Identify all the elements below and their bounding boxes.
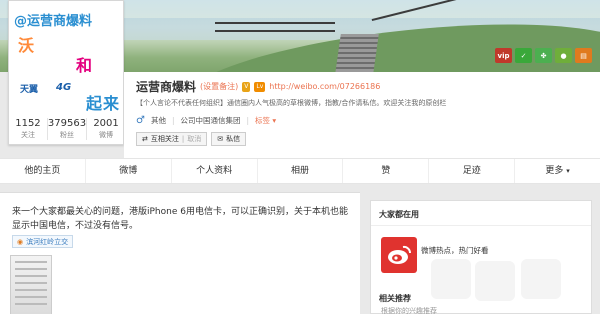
placeholder — [475, 261, 515, 301]
verified-badge-icon: V — [242, 81, 251, 92]
sidebar-panel: 大家都在用 微博热点，热门好看 相关推荐 根据你的兴趣推荐 — [370, 200, 592, 314]
mutual-follow-label: 互相关注 — [150, 135, 179, 143]
unicom-wo-logo: 沃 — [18, 32, 34, 56]
tab-home[interactable]: 他的主页 — [0, 159, 86, 183]
sidebar-title: 大家都在用 — [379, 210, 419, 219]
fence — [215, 22, 335, 38]
gender-icon: ♂ — [136, 115, 145, 126]
tab-album[interactable]: 相册 — [258, 159, 344, 183]
card-icon[interactable]: ▤ — [575, 48, 592, 63]
profile-info: 运营商爆料 (设置备注) V Lv http://weibo.com/07266… — [124, 72, 600, 158]
related-title: 相关推荐 — [379, 294, 411, 303]
stat-following-value: 1152 — [15, 118, 41, 129]
stats-bar: 1152 关注 379563 粉丝 2001 微博 — [9, 118, 125, 140]
meta-row: ♂ 其他 | 公司中国通信集团 | 标签 ▾ — [136, 115, 276, 126]
set-remark-text[interactable]: (设置备注) — [200, 82, 238, 91]
post-text: 来一个大家都最关心的问题，港版iPhone 6用电信卡，可以正确识别，关于本机也… — [12, 207, 348, 231]
android-icon[interactable]: ● — [555, 48, 572, 63]
vip-icon[interactable]: vip — [495, 48, 512, 63]
wo-text: 沃 — [18, 36, 34, 55]
action-buttons: ⇄ 互相关注 | 取消 ✉ 私信 — [136, 132, 247, 146]
stat-posts-label: 微博 — [99, 131, 114, 139]
divider — [371, 225, 591, 226]
app-label[interactable]: 微博热点，热门好看 — [421, 245, 489, 256]
related-subtitle: 根据你的兴趣推荐 — [381, 307, 437, 314]
tab-weibo[interactable]: 微博 — [86, 159, 172, 183]
company-link[interactable]: 公司中国通信集团 — [181, 115, 241, 126]
avatar-handle-text: @运营商爆料 — [14, 14, 93, 29]
swap-icon: ⇄ — [142, 135, 148, 143]
mutual-follow-button[interactable]: ⇄ 互相关注 | 取消 — [136, 132, 208, 146]
wechat-icon[interactable]: ✓ — [515, 48, 532, 63]
cancel-follow-label[interactable]: 取消 — [187, 134, 201, 144]
profile-intro: 【个人言论不代表任何组织】通信圈内人气极高的草根微博，指教/合作请私信。欢迎关注… — [136, 99, 447, 107]
placeholder — [521, 259, 561, 299]
tab-likes[interactable]: 赞 — [343, 159, 430, 183]
telecom-tianyi-logo: 天翼 — [20, 85, 39, 95]
name-row: 运营商爆料 (设置备注) V Lv http://weibo.com/07266… — [136, 78, 380, 95]
tag-link[interactable]: 标签 ▾ — [255, 115, 276, 126]
profile-nav: 他的主页 微博 个人资料 相册 赞 足迹 更多 ▾ — [0, 158, 600, 184]
tag-text: 标签 — [255, 116, 271, 125]
tab-footprint[interactable]: 足迹 — [429, 159, 516, 183]
placeholder — [431, 259, 471, 299]
cmcc-he-logo: 和 — [76, 56, 93, 75]
stat-following-label: 关注 — [20, 131, 35, 139]
tab-more[interactable]: 更多 ▾ — [515, 159, 600, 183]
badge-icons: vip ✓ ✤ ● ▤ — [495, 48, 592, 63]
profile-url[interactable]: http://weibo.com/07266186 — [269, 82, 380, 91]
location-tag[interactable]: ◉ 滨河红岭立交 — [12, 235, 74, 248]
set-remark-link[interactable]: (设置备注) — [200, 81, 238, 92]
weibo-profile-page: vip ✓ ✤ ● ▤ @运营商爆料 沃 和 天翼 4G 起来 1152 关注 3795… — [0, 0, 600, 314]
profile-name[interactable]: 运营商爆料 — [136, 78, 196, 95]
app-icon[interactable]: ✤ — [535, 48, 552, 63]
tab-profile[interactable]: 个人资料 — [172, 159, 258, 183]
stat-following[interactable]: 1152 关注 — [9, 118, 48, 140]
stat-followers-label: 粉丝 — [60, 131, 74, 139]
divider: | — [246, 116, 250, 125]
avatar-card: @运营商爆料 沃 和 天翼 4G 起来 1152 关注 379563 粉丝 20… — [8, 0, 124, 145]
weibo-app-icon[interactable] — [381, 237, 417, 273]
location-label: 滨河红岭立交 — [26, 237, 69, 246]
location-text: 其他 — [150, 116, 166, 125]
post-image-thumbnail[interactable] — [10, 255, 52, 314]
level-badge-icon: Lv — [254, 81, 266, 92]
mail-icon: ✉ — [217, 135, 224, 143]
avatar[interactable]: @运营商爆料 沃 和 天翼 4G 起来 — [12, 4, 120, 116]
chevron-down-icon: ▾ — [566, 167, 570, 175]
stat-posts[interactable]: 2001 微博 — [87, 118, 125, 140]
post-card: 来一个大家都最关心的问题，港版iPhone 6用电信卡，可以正确识别，关于本机也… — [0, 192, 360, 314]
tab-more-label: 更多 — [545, 166, 564, 176]
avatar-slogan: 起来 — [86, 94, 120, 113]
stat-followers[interactable]: 379563 粉丝 — [47, 118, 88, 140]
divider: | — [181, 135, 185, 143]
stat-followers-value: 379563 — [47, 118, 87, 129]
message-label: 私信 — [226, 135, 241, 143]
message-button[interactable]: ✉ 私信 — [211, 132, 247, 146]
stairs — [335, 34, 379, 72]
stat-posts-value: 2001 — [93, 118, 119, 129]
location-pin-icon: ◉ — [17, 237, 24, 246]
fourg-logo: 4G — [56, 82, 72, 93]
divider: | — [171, 116, 175, 125]
weibo-logo-icon — [388, 245, 412, 264]
